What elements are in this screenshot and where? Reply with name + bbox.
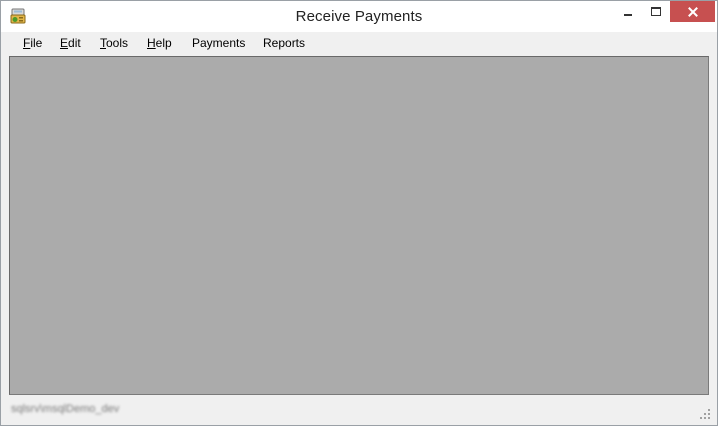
app-window: Receive Payments File Edit Tools Help Pa… <box>0 0 718 426</box>
status-bar: sqlsrv\msqlDemo_dev <box>1 397 717 425</box>
window-title: Receive Payments <box>295 8 423 25</box>
menu-payments[interactable]: Payments <box>192 36 245 50</box>
minimize-button[interactable] <box>614 1 642 22</box>
close-icon <box>688 7 698 17</box>
maximize-icon <box>651 7 661 16</box>
menu-file[interactable]: File <box>23 36 42 50</box>
menu-edit[interactable]: Edit <box>60 36 81 50</box>
maximize-button[interactable] <box>642 1 670 22</box>
status-connection-text: sqlsrv\msqlDemo_dev <box>11 403 120 415</box>
menu-bar: File Edit Tools Help Payments Reports <box>1 32 717 55</box>
minimize-icon <box>624 13 632 16</box>
title-bar[interactable]: Receive Payments <box>1 1 717 32</box>
menu-tools[interactable]: Tools <box>100 36 128 50</box>
resize-grip-icon[interactable] <box>700 409 711 420</box>
mdi-client-area[interactable] <box>9 56 709 395</box>
close-button[interactable] <box>670 1 715 22</box>
menu-reports[interactable]: Reports <box>263 36 305 50</box>
menu-help[interactable]: Help <box>147 36 172 50</box>
